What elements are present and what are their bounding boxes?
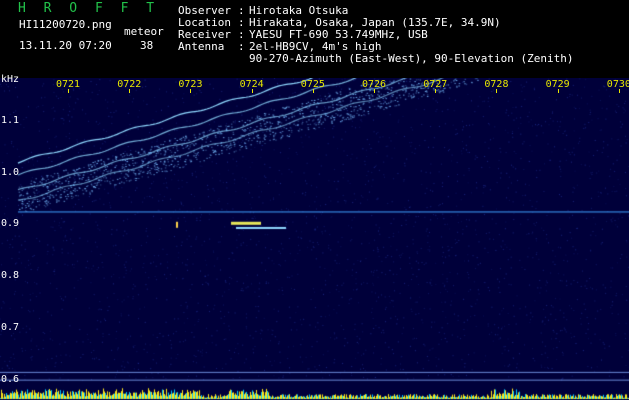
x-tick-mark xyxy=(312,89,314,93)
y-tick-1.0: 1.0 xyxy=(1,166,20,178)
x-tick-mark xyxy=(68,89,69,93)
header-panel: H R O F F T HI11200720.png 13.11.20 07:2… xyxy=(0,0,629,78)
timestamp: 13.11.20 07:20 xyxy=(19,39,112,52)
x-tick-mark xyxy=(496,89,498,93)
antenna-value-2: 90-270-Azimuth (East-West), 90-Elevation… xyxy=(249,52,574,65)
brand-logo: H R O F F T xyxy=(18,1,160,16)
x-tick-mark xyxy=(190,89,192,93)
colon-4: : xyxy=(238,40,245,53)
event-count: 38 xyxy=(140,39,154,52)
filename: HI11200720.png xyxy=(19,18,112,31)
x-tick-mark xyxy=(251,89,253,93)
y-tick-0.8: 0.8 xyxy=(1,270,20,282)
x-tick-mark xyxy=(129,89,131,93)
y-tick-0.9: 0.9 xyxy=(1,218,20,230)
y-tick-0.6: 0.6 xyxy=(1,373,20,385)
y-axis-unit: kHz xyxy=(1,74,20,85)
x-tick-mark xyxy=(374,89,375,93)
y-tick-1.1: 1.1 xyxy=(1,114,20,126)
y-tick-0.7: 0.7 xyxy=(1,321,20,333)
x-tick-mark xyxy=(557,89,559,93)
type-label: meteor xyxy=(124,25,164,38)
spectrogram-canvas xyxy=(0,78,629,400)
x-tick-mark xyxy=(618,89,620,93)
antenna-label: Antenna xyxy=(178,40,225,53)
x-tick-mark xyxy=(435,89,437,93)
